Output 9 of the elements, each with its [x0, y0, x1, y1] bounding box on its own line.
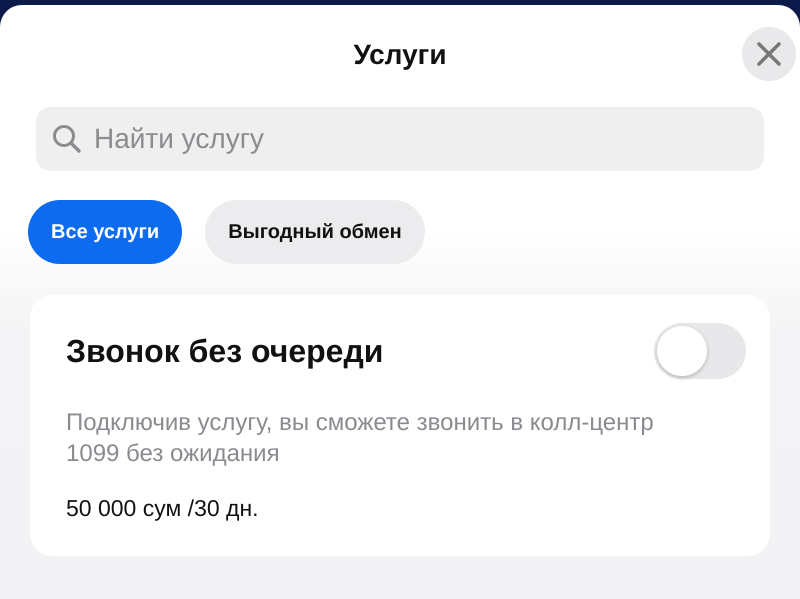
service-price: 50 000 сум /30 дн.	[66, 495, 260, 522]
sheet-title: Услуги	[353, 39, 447, 71]
filter-chip[interactable]: Все услуги	[28, 200, 182, 264]
service-description: Подключив услугу, вы сможете звонить в колл-центр 1099 без ожидания	[66, 408, 655, 469]
close-icon	[757, 42, 781, 66]
service-name: Звонок без очереди	[66, 332, 384, 370]
toggle-switch[interactable]	[654, 323, 746, 379]
filter-chip[interactable]: Выгодный обмен	[205, 200, 425, 264]
search-field[interactable]: Найти услугу	[36, 107, 764, 171]
